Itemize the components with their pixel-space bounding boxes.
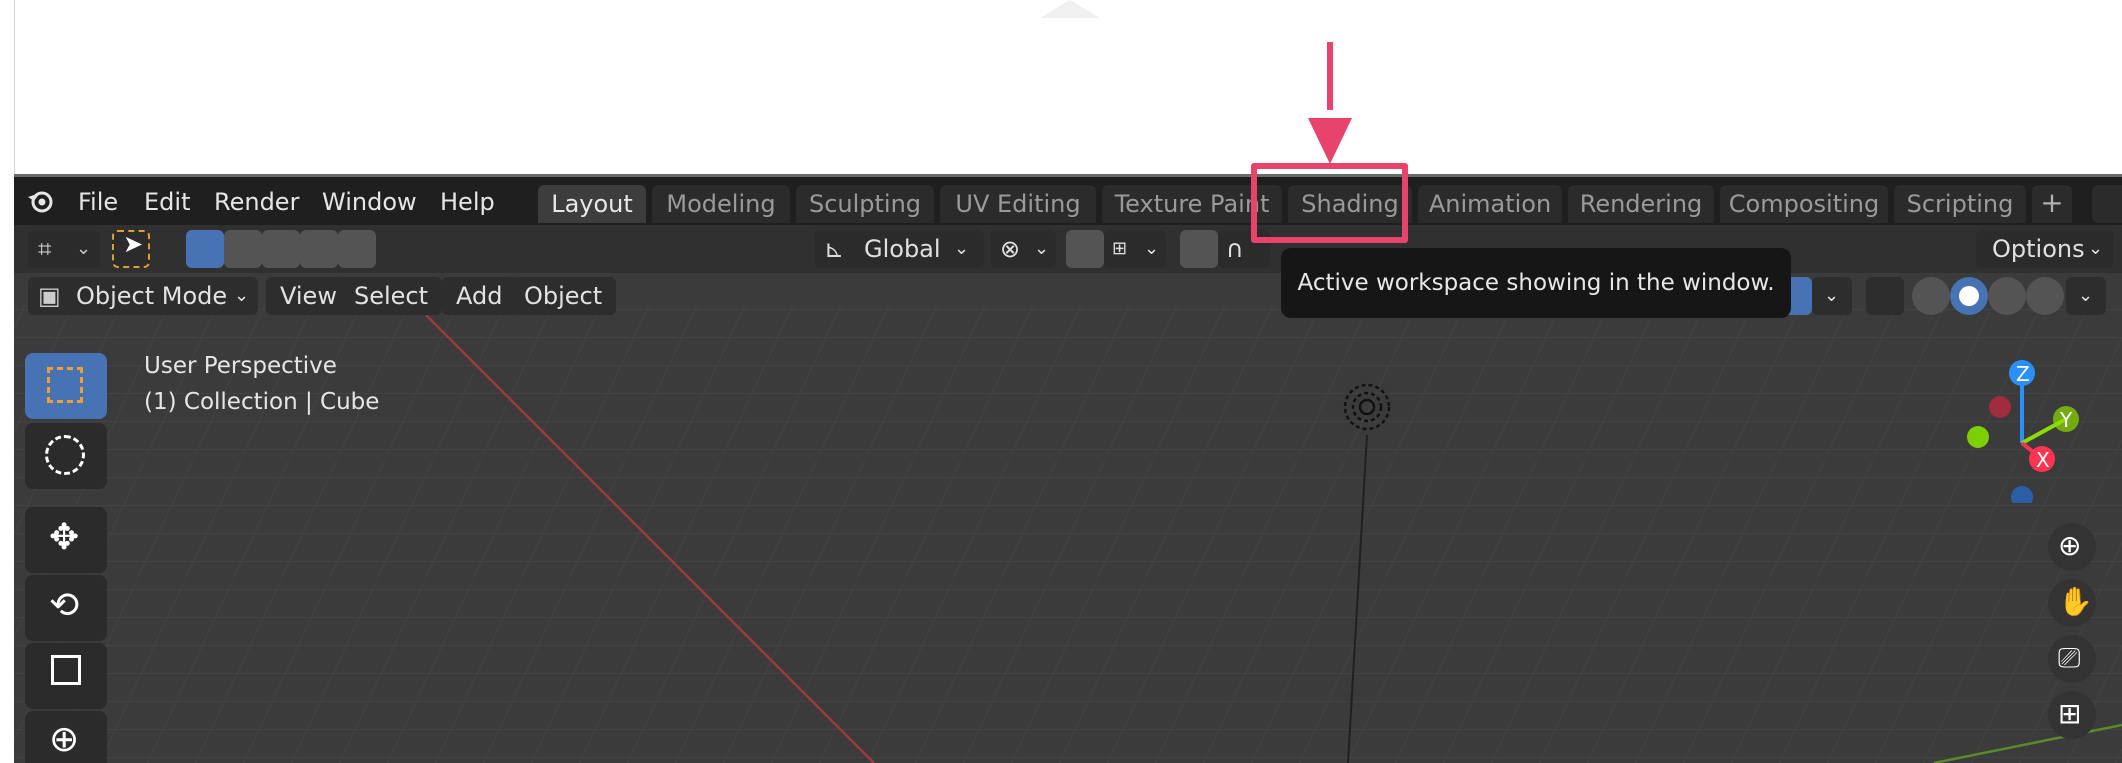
scale-icon — [51, 655, 81, 685]
rotate-icon: ⟲ — [49, 585, 80, 626]
orientation-label: Global — [864, 235, 941, 263]
select-tool-icon[interactable]: ➤ — [112, 230, 150, 268]
chevron-down-icon: ⌄ — [234, 285, 250, 306]
shading-dropdown[interactable]: ⌄ — [2066, 277, 2106, 315]
options-label: Options — [1992, 235, 2085, 263]
x-axis-label: X — [2036, 448, 2050, 472]
add-menu[interactable]: Add — [442, 277, 517, 315]
perspective-label: User Perspective — [144, 353, 337, 379]
chevron-down-icon: ⌄ — [1034, 238, 1050, 259]
annotation-arrow-icon — [1308, 42, 1352, 164]
select-subtract-icon[interactable] — [262, 230, 300, 268]
collection-label: (1) Collection | Cube — [144, 389, 380, 415]
chevron-down-icon: ⌄ — [954, 238, 970, 259]
rendered-shading-icon[interactable] — [2026, 277, 2064, 315]
neg-z-axis-ball — [2011, 486, 2033, 503]
hand-icon: ✋ — [2058, 585, 2093, 618]
chevron-down-icon: ⌄ — [76, 238, 92, 259]
snap-toggle-icon[interactable] — [1066, 230, 1104, 268]
transform-tool[interactable]: ⊕ — [25, 711, 107, 763]
zoom-icon: ⊕ — [2058, 529, 2082, 562]
falloff-icon: ∩ — [1226, 235, 1244, 263]
material-shading-icon[interactable] — [1988, 277, 2026, 315]
solid-sphere-icon — [1959, 286, 1979, 306]
scene-selector-button[interactable] — [2092, 185, 2122, 223]
viewport-header: ▣ Object Mode ⌄ View Select Add Object ⌄… — [14, 273, 2122, 319]
move-tool[interactable]: ✥ — [25, 507, 107, 573]
camera-view-button[interactable]: ⎚ — [2048, 635, 2096, 683]
tab-modeling[interactable]: Modeling — [652, 185, 790, 223]
object-mode-icon: ▣ — [38, 282, 61, 310]
transform-orientation-dropdown[interactable]: ⊾ Global ⌄ — [814, 230, 984, 268]
tab-layout[interactable]: Layout — [538, 185, 646, 223]
tab-animation[interactable]: Animation — [1418, 185, 1562, 223]
menu-file[interactable]: File — [78, 187, 118, 217]
blender-logo-icon[interactable] — [26, 187, 54, 215]
cursor-tool[interactable] — [25, 423, 107, 489]
increment-icon: ⊞ — [1112, 238, 1128, 259]
proportional-edit-icon[interactable] — [1180, 230, 1218, 268]
editor-type-button[interactable]: ⌗ ⌄ — [28, 230, 100, 268]
camera-icon: ⎚ — [2058, 641, 2081, 674]
top-bar: File Edit Render Window Help Layout Mode… — [14, 177, 2122, 225]
chevron-down-icon: ⌄ — [1824, 285, 1840, 306]
options-dropdown[interactable]: Options ⌄ — [1976, 230, 2114, 268]
wireframe-shading-icon[interactable] — [1912, 277, 1950, 315]
select-intersect-icon[interactable] — [338, 230, 376, 268]
decorative-shape — [1040, 0, 1100, 18]
select-invert-icon[interactable] — [300, 230, 338, 268]
tab-uv-editing[interactable]: UV Editing — [940, 185, 1096, 223]
editor-type-icon: ⌗ — [38, 235, 52, 263]
tool-header: ⌗ ⌄ ➤ ⊾ Global ⌄ ⊗ ⌄ ⊞ ⌄ ∩ Options ⌄ — [14, 225, 2122, 273]
menu-render[interactable]: Render — [214, 187, 299, 217]
chevron-down-icon: ⌄ — [2088, 238, 2104, 259]
menu-edit[interactable]: Edit — [144, 187, 190, 217]
select-menu[interactable]: Select — [340, 277, 443, 315]
menu-window[interactable]: Window — [322, 187, 417, 217]
rotate-tool[interactable]: ⟲ — [25, 575, 107, 641]
navigation-gizmo[interactable]: Z Y X — [1924, 353, 2114, 503]
3d-cursor-icon — [45, 435, 85, 475]
orientation-icon: ⊾ — [824, 235, 845, 263]
neg-x-axis-ball — [1989, 396, 2011, 418]
workspace-tooltip: Active workspace showing in the window. — [1281, 248, 1791, 318]
object-mode-label: Object Mode — [76, 282, 228, 310]
snap-target-dropdown[interactable]: ⊞ ⌄ — [1104, 230, 1166, 268]
xray-toggle-icon[interactable] — [1866, 277, 1904, 315]
blender-window: File Edit Render Window Help Layout Mode… — [14, 174, 2122, 763]
select-extend-icon[interactable] — [224, 230, 262, 268]
tab-scripting[interactable]: Scripting — [1894, 185, 2026, 223]
grid-icon: ⊞ — [2058, 697, 2082, 730]
add-workspace-button[interactable]: + — [2032, 185, 2072, 223]
neg-y-axis-ball — [1967, 426, 1989, 448]
y-axis-label: Y — [2059, 408, 2073, 432]
chevron-down-icon: ⌄ — [1144, 238, 1160, 259]
object-mode-dropdown[interactable]: ▣ Object Mode ⌄ — [28, 277, 258, 315]
zoom-button[interactable]: ⊕ — [2048, 523, 2096, 571]
select-box-tool[interactable] — [25, 353, 107, 419]
cursor-icon: ➤ — [123, 230, 144, 258]
menu-help[interactable]: Help — [440, 187, 495, 217]
tab-sculpting[interactable]: Sculpting — [796, 185, 934, 223]
chevron-down-icon: ⌄ — [2078, 285, 2094, 306]
move-icon: ✥ — [49, 517, 80, 558]
highlight-box — [1251, 163, 1408, 243]
transform-icon: ⊕ — [49, 719, 80, 760]
pan-button[interactable]: ✋ — [2048, 579, 2096, 627]
select-new-icon[interactable] — [186, 230, 224, 268]
scale-tool[interactable] — [25, 643, 107, 709]
object-menu[interactable]: Object — [510, 277, 617, 315]
pivot-point-dropdown[interactable]: ⊗ ⌄ — [990, 230, 1056, 268]
solid-shading-icon[interactable] — [1950, 277, 1988, 315]
tab-rendering[interactable]: Rendering — [1568, 185, 1714, 223]
pivot-icon: ⊗ — [1000, 235, 1021, 263]
tab-compositing[interactable]: Compositing — [1720, 185, 1888, 223]
z-axis-label: Z — [2016, 362, 2030, 386]
view-menu[interactable]: View — [266, 277, 351, 315]
ortho-toggle-button[interactable]: ⊞ — [2048, 691, 2096, 739]
window-edge — [0, 0, 15, 760]
overlay-dropdown[interactable]: ⌄ — [1812, 277, 1852, 315]
select-box-icon — [47, 367, 83, 403]
